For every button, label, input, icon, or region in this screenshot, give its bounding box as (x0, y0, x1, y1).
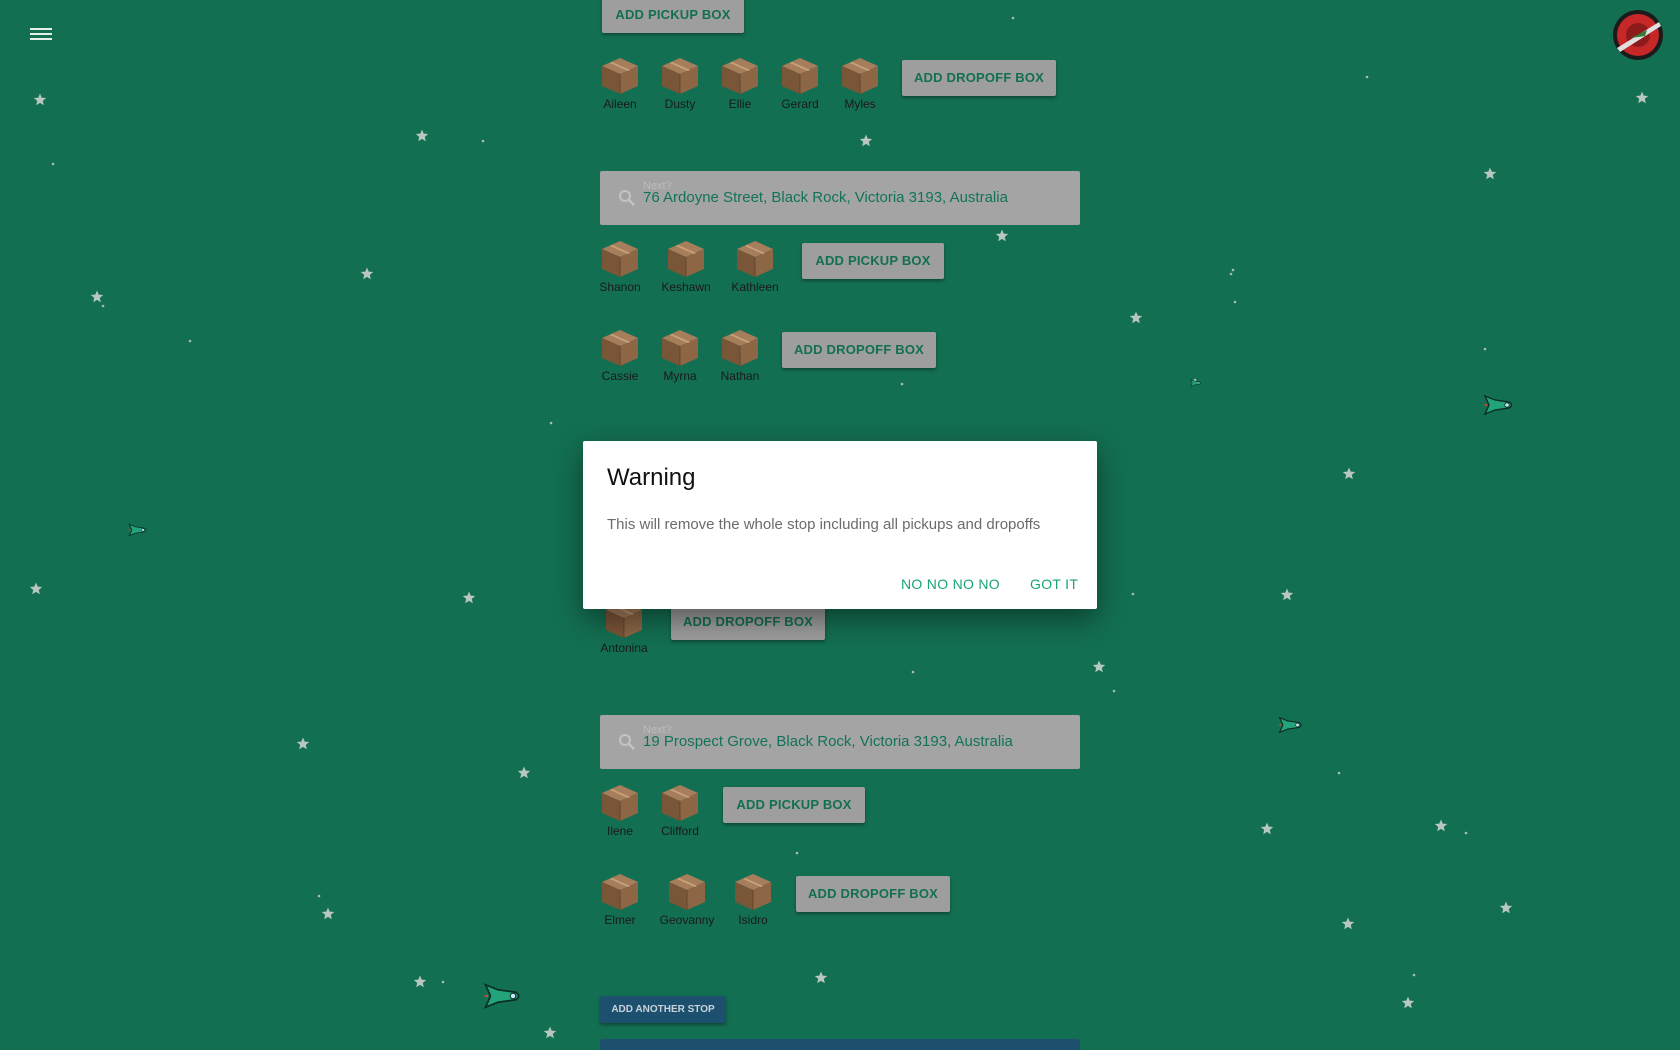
warning-dialog: Warning This will remove the whole stop … (583, 441, 1097, 609)
dialog-message: This will remove the whole stop includin… (607, 516, 1041, 533)
dialog-title: Warning (607, 464, 696, 491)
confirm-button[interactable]: GOT IT (1030, 576, 1078, 592)
cancel-button[interactable]: NO NO NO NO (901, 576, 1000, 592)
